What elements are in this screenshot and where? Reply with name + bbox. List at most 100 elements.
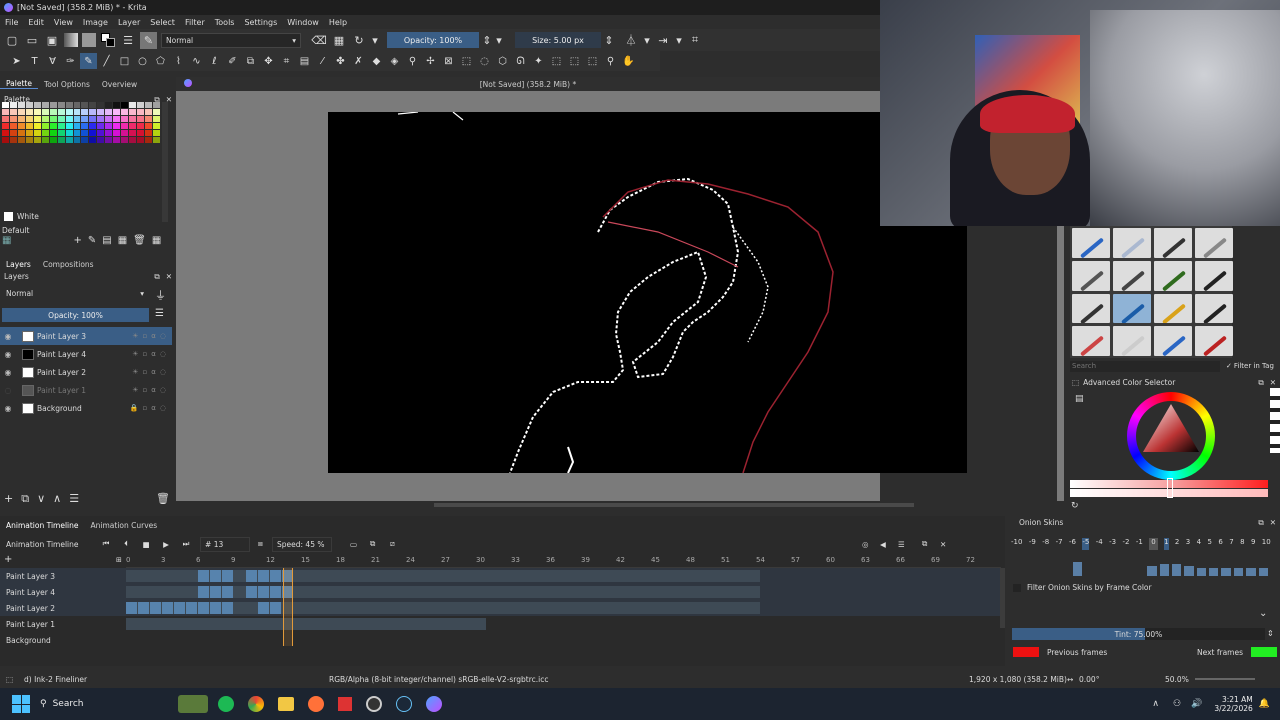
drawing-canvas[interactable] — [328, 111, 967, 474]
brush-preset[interactable] — [1113, 326, 1151, 356]
onion-frame-number[interactable]: 8 — [1240, 538, 1244, 550]
measure-tool-icon[interactable]: ✢ — [422, 53, 439, 69]
obs-icon[interactable] — [366, 696, 382, 712]
lock-icon[interactable]: ▫ — [143, 350, 148, 358]
palette-swatch[interactable] — [17, 130, 25, 136]
palette-swatch[interactable] — [2, 102, 9, 108]
frame-settings-icon[interactable]: ▭ — [350, 540, 370, 549]
palette-swatch[interactable] — [97, 116, 105, 122]
pan-tool-icon[interactable]: ✋ — [620, 53, 637, 69]
color-settings-icon[interactable]: ▤ — [1075, 394, 1084, 404]
palette-swatch[interactable] — [89, 123, 97, 129]
first-frame-icon[interactable]: ⏮ — [96, 539, 116, 549]
edit-shape-tool-icon[interactable]: Ɐ — [44, 53, 61, 69]
palette-swatch[interactable] — [41, 102, 49, 108]
brush-preset[interactable] — [1195, 228, 1233, 258]
palette-swatch[interactable] — [105, 102, 113, 108]
palette-swatch[interactable] — [49, 116, 57, 122]
gradient-swatch[interactable] — [64, 33, 78, 47]
palette-chooser-icon[interactable]: ▦ — [2, 235, 11, 246]
onion-frame-number[interactable]: 1 — [1164, 538, 1169, 550]
palette-swatch[interactable] — [65, 116, 73, 122]
palette-swatch[interactable] — [145, 137, 153, 143]
similar-select-tool-icon[interactable]: ⬚ — [548, 53, 565, 69]
wrap-around-icon[interactable]: ⇥ — [655, 32, 671, 48]
layer-row[interactable]: ◌ Paint Layer 1 ☀ ▫ α ◌ — [0, 381, 172, 399]
preserve-alpha-icon[interactable]: ▦ — [331, 32, 347, 48]
palette-swatch[interactable] — [41, 137, 49, 143]
onion-opacity-bar[interactable] — [1246, 568, 1256, 576]
palette-swatch[interactable] — [33, 109, 41, 115]
palette-swatch[interactable] — [89, 116, 97, 122]
palette-swatch[interactable] — [81, 123, 89, 129]
blend-mode-dropdown[interactable]: Normal ▾ — [161, 32, 301, 48]
chevron-down-icon[interactable]: ▾ — [495, 32, 503, 48]
palette-swatch[interactable] — [97, 137, 105, 143]
alpha-lock-icon[interactable]: ☀ — [132, 386, 138, 394]
keyframe[interactable] — [138, 602, 149, 614]
palette-swatch[interactable] — [57, 109, 65, 115]
volume-icon[interactable]: 🔊 — [1191, 699, 1202, 709]
menu-window[interactable]: Window — [282, 18, 324, 27]
enclose-fill-tool-icon[interactable]: ◈ — [386, 53, 403, 69]
select-shape-tool-icon[interactable]: ➤ — [8, 53, 25, 69]
gradient-tool-icon[interactable]: ▤ — [296, 53, 313, 69]
keyframe[interactable] — [222, 586, 233, 598]
eraser-icon[interactable]: ⌫ — [311, 32, 327, 48]
palette-swatch[interactable] — [41, 109, 49, 115]
frame-layout-icon[interactable]: ⧉ — [370, 539, 390, 549]
palette-swatch[interactable] — [97, 109, 105, 115]
timeline-options-icon[interactable]: ⊞ — [116, 556, 122, 564]
eye-icon[interactable]: ◉ — [0, 332, 16, 341]
menu-select[interactable]: Select — [145, 18, 180, 27]
palette-swatch[interactable] — [81, 130, 89, 136]
palette-swatch[interactable] — [129, 116, 137, 122]
keyframe[interactable] — [222, 602, 233, 614]
float-icon[interactable]: ⧉ — [154, 272, 159, 282]
magnetic-select-tool-icon[interactable]: ⬚ — [584, 53, 601, 69]
clock[interactable]: 3:21 AM 3/22/2026 — [1214, 695, 1252, 713]
keyframe[interactable] — [210, 586, 221, 598]
saturation-triangle[interactable] — [1127, 392, 1215, 480]
polygon-select-tool-icon[interactable]: ⬡ — [494, 53, 511, 69]
document-tab[interactable]: [Not Saved] (358.2 MiB) * — [176, 77, 880, 91]
keyframe[interactable] — [270, 586, 281, 598]
steam-icon[interactable] — [396, 696, 412, 712]
color-side-swatches[interactable] — [1270, 388, 1280, 453]
onion-frame-number[interactable]: -2 — [1122, 538, 1129, 550]
palette-scrollbar[interactable] — [162, 102, 168, 222]
eye-icon[interactable]: ◉ — [0, 368, 16, 377]
lock-icon[interactable]: ▫ — [143, 368, 148, 376]
menu-filter[interactable]: Filter — [180, 18, 210, 27]
palette-swatch[interactable] — [97, 130, 105, 136]
inherit-alpha-icon[interactable]: α — [151, 350, 156, 358]
lock-icon[interactable]: ▫ — [143, 332, 148, 340]
rect-select-tool-icon[interactable]: ⬚ — [458, 53, 475, 69]
checkbox-icon[interactable]: ✓ — [1226, 362, 1232, 370]
pattern-swatch[interactable] — [82, 33, 96, 47]
spotify-icon[interactable] — [218, 696, 234, 712]
stop-icon[interactable]: ■ — [136, 540, 156, 549]
tab-overview[interactable]: Overview — [96, 80, 143, 89]
timeline-menu-icon[interactable]: ☰ — [898, 540, 922, 549]
palette-swatch[interactable] — [81, 109, 89, 115]
palette-swatch[interactable] — [137, 116, 145, 122]
tab-animation-curves[interactable]: Animation Curves — [85, 521, 164, 530]
keyframe[interactable] — [258, 602, 269, 614]
palette-swatch[interactable] — [9, 123, 17, 129]
layers-menu-icon[interactable]: ☰ — [155, 308, 164, 319]
onion-frame-number[interactable]: 6 — [1218, 538, 1222, 550]
brush-presets-icon[interactable]: ☰ — [120, 32, 136, 48]
palette-swatch[interactable] — [145, 116, 153, 122]
chevron-down-icon[interactable]: ▾ — [371, 32, 379, 48]
tray-chevron-icon[interactable]: ∧ — [1152, 699, 1159, 709]
onion-skin-icon[interactable]: ◌ — [160, 368, 166, 376]
onion-frame-number[interactable]: 9 — [1251, 538, 1255, 550]
firefox-icon[interactable] — [308, 696, 324, 712]
brush-preset[interactable] — [1072, 260, 1110, 291]
brush-preset[interactable] — [1154, 326, 1192, 356]
keyframe[interactable] — [210, 602, 221, 614]
palette-swatch[interactable] — [81, 137, 89, 143]
palette-swatch[interactable] — [105, 109, 113, 115]
tab-tool-options[interactable]: Tool Options — [38, 80, 96, 89]
